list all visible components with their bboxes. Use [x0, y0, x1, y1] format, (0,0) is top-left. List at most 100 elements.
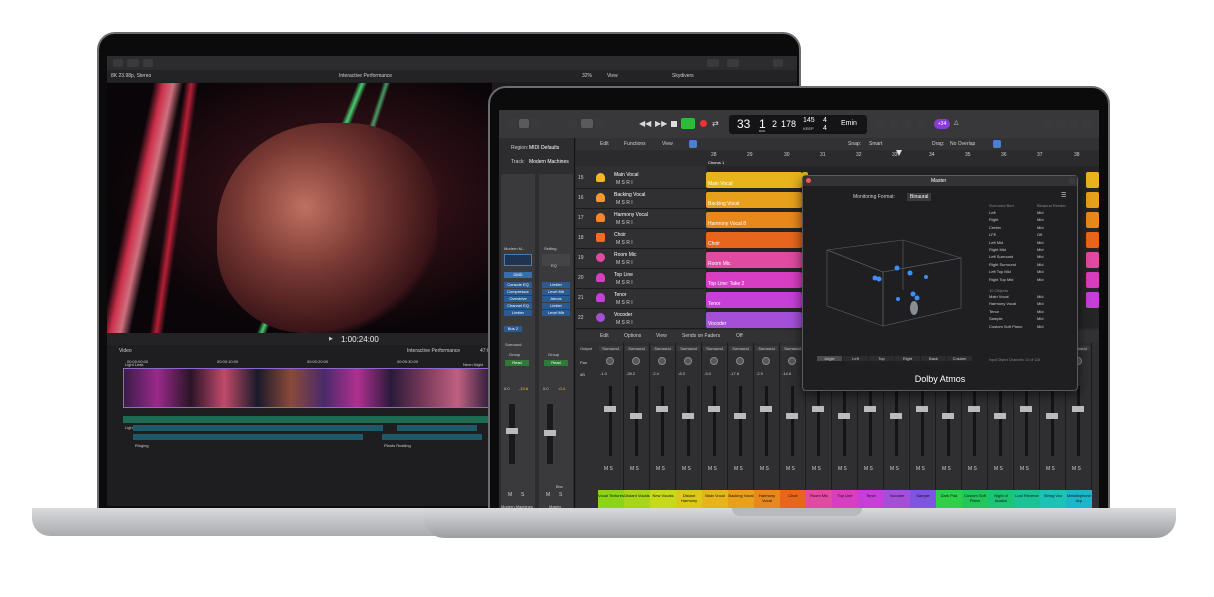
- import-icon[interactable]: [113, 59, 123, 67]
- record-button[interactable]: [700, 120, 707, 127]
- render-mode-select[interactable]: Mid: [1037, 269, 1043, 274]
- view-angle-button[interactable]: Custom: [947, 356, 972, 361]
- fader-cap[interactable]: [604, 406, 616, 412]
- view-menu[interactable]: View: [662, 141, 673, 147]
- sends-select[interactable]: Off: [736, 333, 743, 339]
- render-mode-select[interactable]: Mid: [1037, 277, 1043, 282]
- group-slot[interactable]: Group: [509, 352, 520, 357]
- fader[interactable]: [999, 386, 1002, 456]
- view-angle-button[interactable]: Left: [843, 356, 868, 361]
- fader-cap[interactable]: [544, 430, 556, 436]
- mute-button[interactable]: M: [508, 492, 512, 498]
- mute-solo-buttons[interactable]: M S: [916, 466, 925, 472]
- audio-region[interactable]: Main Vocal: [706, 172, 802, 188]
- fader[interactable]: [895, 386, 898, 456]
- audio-region[interactable]: Harmony Vocal 8: [706, 212, 802, 228]
- pan-knob[interactable]: [788, 357, 796, 365]
- output-slot[interactable]: Surround: [781, 346, 804, 351]
- output-slot[interactable]: Surround: [677, 346, 700, 351]
- snap-select[interactable]: Smart: [869, 141, 882, 147]
- notepad-icon[interactable]: [1056, 119, 1066, 128]
- audio-region[interactable]: [1086, 292, 1099, 308]
- fader-cap[interactable]: [942, 413, 954, 419]
- audio-region[interactable]: Vocoder: [706, 312, 802, 328]
- fader[interactable]: [661, 386, 664, 456]
- fader[interactable]: [791, 386, 794, 456]
- fader-cap[interactable]: [1072, 406, 1084, 412]
- view-angle-button[interactable]: Top: [869, 356, 894, 361]
- track-msri[interactable]: M S R I: [616, 180, 633, 186]
- mute-solo-buttons[interactable]: M S: [682, 466, 691, 472]
- track-msri[interactable]: M S R I: [616, 260, 633, 266]
- mixer-options-menu[interactable]: Options: [624, 333, 641, 339]
- output-slot[interactable]: Surround: [505, 342, 521, 347]
- mute-solo-buttons[interactable]: M S: [734, 466, 743, 472]
- loops-icon[interactable]: [1069, 119, 1079, 128]
- fader[interactable]: [1051, 386, 1054, 456]
- automation-mode[interactable]: Read: [505, 360, 529, 366]
- render-mode-select[interactable]: Mid: [1037, 316, 1043, 321]
- fader-cap[interactable]: [506, 428, 518, 434]
- fader[interactable]: [739, 386, 742, 456]
- fader-cap[interactable]: [864, 406, 876, 412]
- zoom-select[interactable]: 32%: [582, 73, 592, 79]
- render-mode-select[interactable]: Mid: [1037, 309, 1043, 314]
- count-in-icon[interactable]: [889, 119, 898, 128]
- fader[interactable]: [817, 386, 820, 456]
- fader-cap[interactable]: [994, 413, 1006, 419]
- track-header[interactable]: 15 Main Vocal M S R I: [576, 170, 706, 189]
- sends-on-faders[interactable]: Sends on Faders: [682, 333, 720, 339]
- audio-region[interactable]: [1086, 212, 1099, 228]
- fader[interactable]: [973, 386, 976, 456]
- pan-knob[interactable]: [710, 357, 718, 365]
- fader[interactable]: [869, 386, 872, 456]
- render-mode-select[interactable]: Mid: [1037, 225, 1043, 230]
- fader[interactable]: [843, 386, 846, 456]
- scissors-icon[interactable]: [595, 119, 605, 128]
- audio-region[interactable]: Backing Vocal: [706, 192, 802, 208]
- fader[interactable]: [765, 386, 768, 456]
- fader-cap[interactable]: [682, 413, 694, 419]
- render-mode-select[interactable]: Mid: [1037, 247, 1043, 252]
- object-dot[interactable]: [907, 270, 913, 276]
- forward-icon[interactable]: ▶▶: [655, 119, 667, 128]
- audio-clip[interactable]: Shimmering Sound: [133, 425, 383, 439]
- track-header[interactable]: 19 Room Mic M S R I: [576, 250, 706, 269]
- output-slot[interactable]: Surround: [729, 346, 752, 351]
- mute-solo-buttons[interactable]: M S: [1072, 466, 1081, 472]
- plugin-slot[interactable]: Limiter: [542, 282, 570, 288]
- plugin-slot[interactable]: Atmos: [542, 296, 570, 302]
- audio-region[interactable]: Top Line: Take 2: [706, 272, 802, 288]
- mute-solo-buttons[interactable]: M S: [630, 466, 639, 472]
- track-header[interactable]: 21 Tenor M S R I: [576, 290, 706, 309]
- object-dot[interactable]: [924, 275, 928, 279]
- help-icon[interactable]: [531, 119, 541, 128]
- mixer-icon[interactable]: [581, 119, 593, 128]
- output-slot[interactable]: Surround: [625, 346, 648, 351]
- fader[interactable]: [687, 386, 690, 456]
- fader-cap[interactable]: [890, 413, 902, 419]
- fader[interactable]: [1077, 386, 1080, 456]
- fader-cap[interactable]: [630, 413, 642, 419]
- send-slot[interactable]: Bus 2: [504, 326, 522, 332]
- plugin-slot[interactable]: Limiter: [542, 303, 570, 309]
- object-dot[interactable]: [894, 265, 900, 271]
- instrument-slot[interactable]: DMD: [504, 272, 532, 278]
- render-mode-select[interactable]: Mid: [1037, 254, 1043, 259]
- view-menu[interactable]: View: [607, 73, 618, 79]
- track-msri[interactable]: M S R I: [616, 240, 633, 246]
- fader-cap[interactable]: [786, 413, 798, 419]
- tuner-triangle-icon[interactable]: △: [954, 119, 959, 126]
- stop-icon[interactable]: [671, 121, 677, 127]
- fader-cap[interactable]: [838, 413, 850, 419]
- render-mode-select[interactable]: Mid: [1037, 294, 1043, 299]
- functions-menu[interactable]: Functions: [624, 141, 646, 147]
- track-msri[interactable]: M S R I: [616, 200, 633, 206]
- audio-region[interactable]: Tenor: [706, 292, 802, 308]
- audio-clip[interactable]: Ringing: [133, 434, 363, 448]
- bounce-button[interactable]: Bnc: [556, 484, 563, 489]
- plugin-slot[interactable]: Console EQ: [504, 282, 532, 288]
- info-icon[interactable]: [519, 119, 529, 128]
- pan-knob[interactable]: [658, 357, 666, 365]
- library-icon[interactable]: [507, 119, 517, 128]
